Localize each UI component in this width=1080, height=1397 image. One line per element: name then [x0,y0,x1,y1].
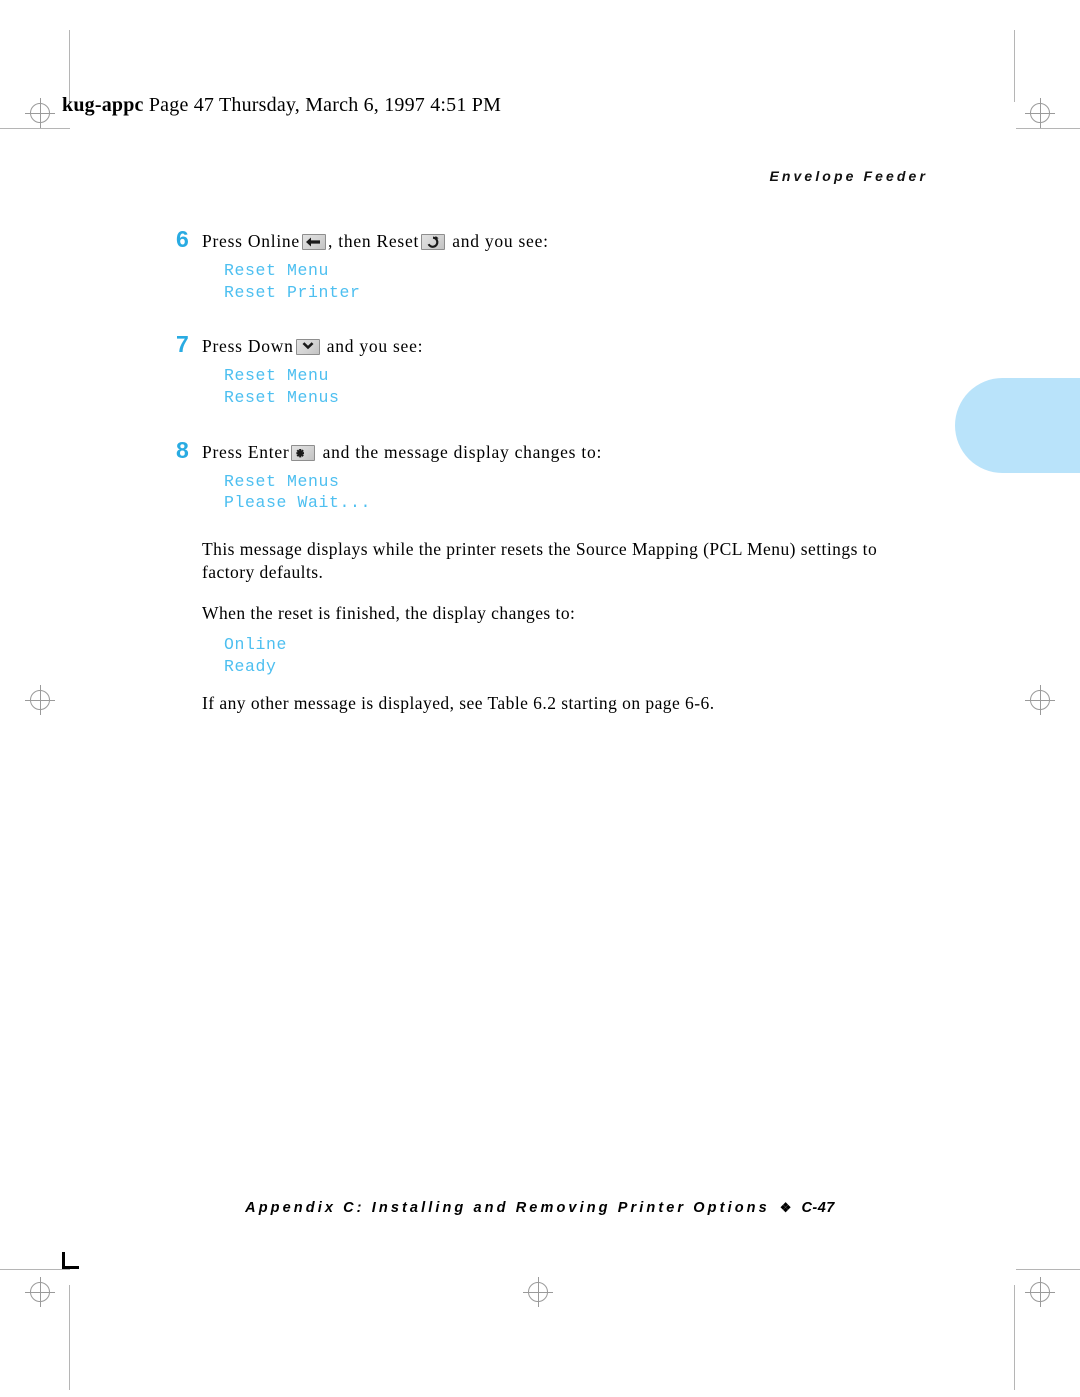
final-display-readout: Online Ready [224,634,936,678]
footer-page-number: C-47 [801,1200,835,1216]
step-8: 8 Press Enter and the message display ch… [176,436,936,515]
step-8-instruction: Press Enter and the message display chan… [202,442,936,464]
step-6-number: 6 [176,226,189,252]
step-6: 6 Press Online, then Reset and you see: … [176,228,936,303]
step-6-text-middle: , then Reset [327,231,420,251]
crop-line-top-left-horizontal [0,128,70,129]
registration-mark-middle-right [1025,685,1055,715]
registration-mark-bottom-left [25,1277,55,1307]
registration-mark-top-right [1025,98,1055,128]
slug-filename: kug-appc [62,94,144,116]
step-7-number: 7 [176,331,189,358]
step-6-instruction: Press Online , then Reset and you see: [202,231,936,253]
display-line: Reset Printer [224,282,361,302]
page-content: 6 Press Online, then Reset and you see: … [176,228,936,715]
display-line: Reset Menus [224,388,340,408]
body-paragraph-3: If any other message is displayed, see T… [202,693,715,713]
running-head-title: Envelope Feeder [769,168,928,184]
display-line: Ready [224,657,277,677]
step-7-instruction: Press Down and you see: [202,336,936,358]
crop-line-top-right-vertical [1014,30,1015,102]
chapter-thumb-tab [955,378,1080,473]
registration-mark-bottom-center [523,1277,553,1307]
display-line: Online [224,635,288,655]
crop-line-bottom-left-vertical [69,1285,70,1390]
crop-line-top-right-horizontal [1016,128,1080,129]
step-8-text-before: Press Enter [202,441,290,462]
crop-line-bottom-left-horizontal [0,1269,70,1270]
reset-circular-arrow-key[interactable] [421,234,446,250]
step-6-display-readout: Reset Menu Reset Printer [224,260,936,304]
display-line: Reset Menus [224,471,340,491]
step-7: 7 Press Down and you see: Reset Menu Res… [176,333,936,408]
crop-line-bottom-right-vertical [1014,1285,1015,1390]
display-line: Reset Menu [224,260,330,280]
online-left-arrow-key[interactable] [301,234,326,250]
registration-mark-top-left [25,98,55,128]
display-line: Please Wait... [224,493,372,513]
step-6-text-before: Press Online [202,231,300,251]
crop-line-top-left-vertical [69,30,70,102]
step-7-text-after: and you see: [326,336,424,357]
slug-pageinfo: Page 47 Thursday, March 6, 1997 4:51 PM [143,94,502,116]
step-8-text-after: and the message display changes to: [322,441,603,462]
registration-mark-middle-left [25,685,55,715]
step-8-display-readout: Reset Menus Please Wait... [224,471,936,515]
display-line: Reset Menu [224,366,330,386]
step-6-text-after: and you see: [452,231,549,251]
page-footer: Appendix C: Installing and Removing Prin… [0,1200,1080,1216]
enter-asterisk-key[interactable] [291,444,316,461]
crop-line-bottom-right-horizontal [1016,1269,1080,1270]
registration-mark-bottom-right [1025,1277,1055,1307]
step-7-display-readout: Reset Menu Reset Menus [224,365,936,409]
footer-chapter-title: Appendix C: Installing and Removing Prin… [245,1200,770,1216]
down-chevron-key[interactable] [295,339,320,356]
step-7-text-before: Press Down [202,336,294,357]
print-slug-header: kug-appc Page 47 Thursday, March 6, 1997… [62,94,501,117]
step-8-number: 8 [176,436,189,463]
corner-crop-mark-bottom-left [62,1252,79,1269]
diamond-icon: ❖ [779,1200,792,1215]
body-paragraph-1: This message displays while the printer … [202,539,878,582]
body-paragraph-2: When the reset is finished, the display … [202,602,576,623]
